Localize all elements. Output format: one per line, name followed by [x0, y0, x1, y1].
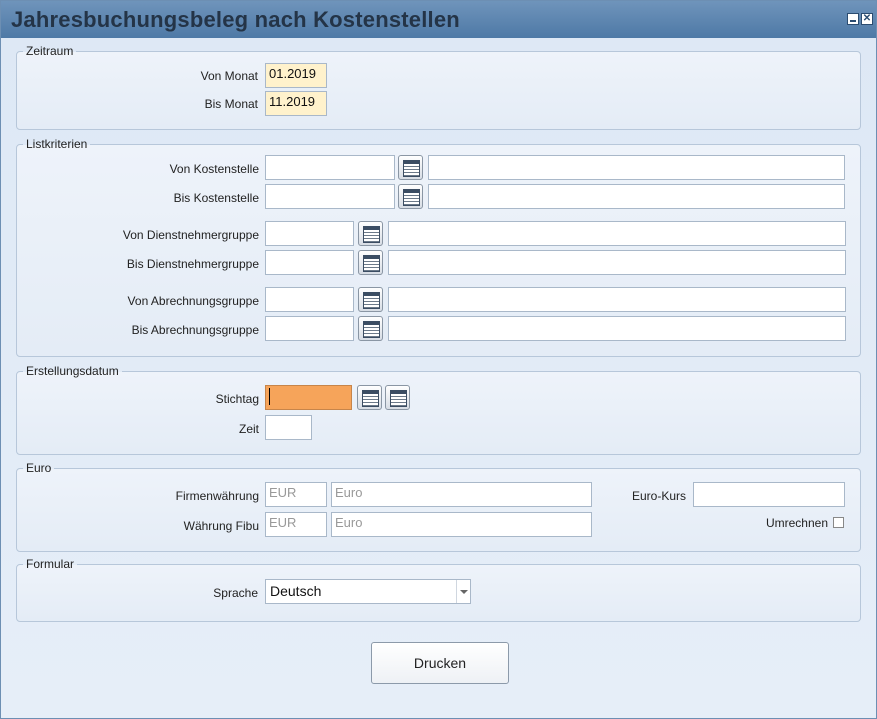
sprache-label: Sprache [213, 586, 258, 600]
umrechnen-label: Umrechnen [765, 516, 828, 530]
stichtag-calendar-icon[interactable] [357, 385, 382, 410]
bis-abrechnungsgruppe-input[interactable] [265, 316, 354, 341]
bis-dienstnehmergruppe-name-field[interactable] [388, 250, 846, 275]
von-abrechnungsgruppe-name-field[interactable] [388, 287, 846, 312]
von-dienstnehmergruppe-label: Von Dienstnehmergruppe [122, 228, 259, 242]
text-cursor [269, 388, 270, 405]
von-dienstnehmergruppe-input[interactable] [265, 221, 354, 246]
waehrung-fibu-code-field: EUR [265, 512, 327, 537]
bis-kostenstelle-label: Bis Kostenstelle [173, 191, 259, 205]
von-kostenstelle-lookup-icon[interactable] [398, 155, 423, 180]
waehrung-fibu-label: Währung Fibu [183, 519, 259, 533]
bis-kostenstelle-lookup-icon[interactable] [398, 184, 423, 209]
von-abrechnungsgruppe-input[interactable] [265, 287, 354, 312]
erstellungsdatum-legend: Erstellungsdatum [26, 364, 119, 378]
window-title: Jahresbuchungsbeleg nach Kostenstellen [11, 7, 460, 32]
umrechnen-checkbox[interactable] [833, 517, 844, 528]
von-dienstnehmergruppe-lookup-icon[interactable] [358, 221, 383, 246]
drucken-button[interactable]: Drucken [371, 642, 509, 684]
von-abrechnungsgruppe-lookup-icon[interactable] [358, 287, 383, 312]
sprache-select[interactable]: Deutsch [265, 579, 471, 604]
sprache-selected-value: Deutsch [270, 583, 322, 599]
euro-kurs-label: Euro-Kurs [631, 489, 686, 503]
bis-dienstnehmergruppe-lookup-icon[interactable] [358, 250, 383, 275]
stichtag-label: Stichtag [215, 392, 259, 406]
zeit-label: Zeit [238, 422, 259, 436]
firmenwaehrung-label: Firmenwährung [175, 489, 259, 503]
bis-abrechnungsgruppe-lookup-icon[interactable] [358, 316, 383, 341]
euro-legend: Euro [26, 461, 52, 475]
von-monat-label: Von Monat [200, 69, 258, 83]
von-dienstnehmergruppe-name-field[interactable] [388, 221, 846, 246]
zeit-input[interactable] [265, 415, 312, 440]
minimize-icon[interactable] [847, 13, 859, 25]
bis-dienstnehmergruppe-input[interactable] [265, 250, 354, 275]
euro-kurs-input[interactable] [693, 482, 845, 507]
zeitraum-legend: Zeitraum [26, 44, 74, 58]
stichtag-lookup-icon[interactable] [385, 385, 410, 410]
firmenwaehrung-code-field: EUR [265, 482, 327, 507]
close-icon[interactable]: ✕ [861, 13, 873, 25]
von-kostenstelle-label: Von Kostenstelle [169, 162, 259, 176]
listkriterien-legend: Listkriterien [26, 137, 88, 151]
von-kostenstelle-name-field[interactable] [428, 155, 845, 180]
title-bar: Jahresbuchungsbeleg nach Kostenstellen ✕ [1, 1, 876, 38]
dialog-window: Jahresbuchungsbeleg nach Kostenstellen ✕… [0, 0, 877, 719]
zeitraum-group: Zeitraum [16, 44, 861, 130]
von-abrechnungsgruppe-label: Von Abrechnungsgruppe [127, 294, 259, 308]
erstellungsdatum-group: Erstellungsdatum [16, 364, 861, 455]
firmenwaehrung-name-field: Euro [331, 482, 592, 507]
bis-abrechnungsgruppe-label: Bis Abrechnungsgruppe [131, 323, 259, 337]
von-monat-input[interactable]: 01.2019 [265, 63, 327, 88]
chevron-down-icon[interactable] [456, 580, 470, 603]
bis-abrechnungsgruppe-name-field[interactable] [388, 316, 846, 341]
formular-legend: Formular [26, 557, 75, 571]
bis-dienstnehmergruppe-label: Bis Dienstnehmergruppe [126, 257, 259, 271]
waehrung-fibu-name-field: Euro [331, 512, 592, 537]
bis-monat-input[interactable]: 11.2019 [265, 91, 327, 116]
bis-kostenstelle-name-field[interactable] [428, 184, 845, 209]
stichtag-input[interactable] [265, 385, 352, 410]
bis-kostenstelle-input[interactable] [265, 184, 395, 209]
bis-monat-label: Bis Monat [204, 97, 258, 111]
von-kostenstelle-input[interactable] [265, 155, 395, 180]
